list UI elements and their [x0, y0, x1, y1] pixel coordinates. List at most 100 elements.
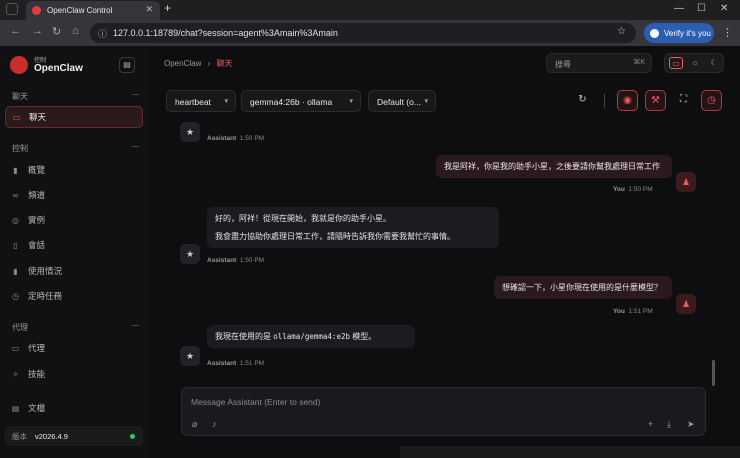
- sidebar-item-usage[interactable]: ▮ 使用情況: [5, 260, 143, 282]
- theme-mode-switch: ▭ ☼ ☾: [664, 53, 724, 73]
- sidebar-item-skills[interactable]: ✧ 技能: [5, 363, 143, 385]
- search-shortcut: ⌘K: [633, 59, 645, 66]
- moon-icon[interactable]: ☾: [707, 57, 721, 69]
- monitor-icon[interactable]: ▭: [669, 57, 683, 69]
- section-control-label: 控制: [12, 144, 28, 153]
- home-icon[interactable]: ⌂: [72, 25, 79, 37]
- sidebar-item-sessions[interactable]: ▯ 會話: [5, 234, 143, 256]
- model-select[interactable]: gemma4:26b · ollama ▾: [241, 90, 361, 112]
- version-badge: 版本 v2026.4.9: [5, 426, 143, 446]
- section-agent-chevron-icon[interactable]: —: [132, 322, 139, 329]
- user-avatar-icon: ♟: [676, 294, 696, 314]
- search-placeholder: 搜尋: [555, 60, 571, 69]
- sidebar-item-label: 頻道: [28, 190, 46, 200]
- search-input[interactable]: 搜尋 ⌘K: [546, 53, 652, 73]
- focus-mode-icon[interactable]: ⛶: [673, 90, 694, 111]
- url-text: 127.0.0.1:18789/chat?session=agent%3Amai…: [113, 28, 338, 38]
- message-meta: Assistant 1:50 PM: [207, 257, 265, 264]
- composer-placeholder: Message Assistant (Enter to send): [191, 397, 321, 407]
- maximize-button[interactable]: ☐: [697, 3, 706, 14]
- browser-title-bar: OpenClaw Control ✕ + — ☐ ✕: [0, 0, 740, 20]
- toolbar-divider: [604, 94, 605, 108]
- section-control-chevron-icon[interactable]: —: [132, 143, 139, 150]
- breadcrumb-root[interactable]: OpenClaw: [164, 59, 201, 68]
- breadcrumb-current: 聊天: [216, 59, 233, 68]
- bar-chart-icon: ▮: [13, 266, 18, 276]
- url-field[interactable]: ⓘ 127.0.0.1:18789/chat?session=agent%3Am…: [90, 23, 636, 43]
- tab-search-icon[interactable]: [6, 3, 18, 15]
- profile-button[interactable]: Verify it's you: [644, 23, 714, 43]
- sidebar-item-instances[interactable]: ◎ 實例: [5, 209, 143, 231]
- sidebar-item-cron[interactable]: ◷ 定時任務: [5, 285, 143, 307]
- message-meta: You 1:50 PM: [613, 186, 653, 193]
- message-meta: Assistant 1:51 PM: [207, 360, 265, 367]
- site-info-icon[interactable]: ⓘ: [98, 27, 107, 40]
- assistant-avatar-star-icon: ★: [180, 346, 200, 366]
- new-tab-button[interactable]: +: [164, 1, 171, 15]
- sidebar-item-chat[interactable]: ▭ 聊天: [5, 106, 143, 128]
- message-meta: Assistant 1:50 PM: [207, 135, 265, 142]
- bookmark-star-icon[interactable]: ☆: [617, 26, 626, 37]
- thinking-select-value: Default (o...: [377, 97, 421, 107]
- browser-menu-icon[interactable]: ⋮: [722, 26, 733, 39]
- sidebar-item-label: 定時任務: [28, 291, 63, 301]
- history-clock-icon[interactable]: ◷: [701, 90, 722, 111]
- close-window-button[interactable]: ✕: [720, 3, 728, 14]
- refresh-button[interactable]: ↻: [572, 90, 593, 111]
- collapse-sidebar-icon[interactable]: ▤: [119, 57, 135, 73]
- bar-chart-icon: ▮: [13, 165, 18, 175]
- assistant-message-line: 好的，阿祥！從現在開始，我就是你的助手小星。: [215, 214, 391, 223]
- sidebar-item-overview[interactable]: ▮ 概覽: [5, 159, 143, 181]
- send-icon[interactable]: ➤: [687, 419, 695, 430]
- tools-wrench-icon[interactable]: ⚒: [645, 90, 666, 111]
- sidebar-item-agents[interactable]: ▭ 代理: [5, 337, 143, 359]
- thinking-toggle-brain-icon[interactable]: ◉: [617, 90, 638, 111]
- sidebar-item-docs[interactable]: ▤ 文檔: [5, 397, 143, 419]
- sidebar-item-channels[interactable]: ∞ 頻道: [5, 184, 143, 206]
- assistant-message-bubble: 好的，阿祥！從現在開始，我就是你的助手小星。 我會盡力協助你處理日常工作，請隨時…: [207, 207, 499, 248]
- section-chat-label: 聊天: [12, 92, 28, 101]
- chevron-down-icon: ▾: [349, 98, 353, 105]
- back-arrow-icon[interactable]: ←: [10, 25, 21, 37]
- chat-thread: ★ Assistant 1:50 PM 我是阿祥，你是我的助手小星，之後要請你幫…: [170, 122, 720, 380]
- attach-paperclip-icon[interactable]: ⌀: [192, 419, 197, 430]
- minimize-button[interactable]: —: [674, 3, 684, 14]
- openclaw-logo-icon: [10, 56, 28, 74]
- download-icon[interactable]: ⤓: [667, 419, 671, 430]
- message-meta: You 1:51 PM: [613, 308, 653, 315]
- microphone-icon[interactable]: ♪: [212, 419, 217, 429]
- chevron-down-icon: ▾: [424, 98, 428, 105]
- section-chat-chevron-icon[interactable]: —: [132, 91, 139, 98]
- radio-icon: ◎: [12, 215, 19, 225]
- sidebar-item-label: 技能: [28, 369, 46, 379]
- add-plus-icon[interactable]: +: [648, 419, 653, 429]
- tab-close-icon[interactable]: ✕: [145, 4, 153, 15]
- browser-tab[interactable]: OpenClaw Control ✕: [26, 1, 160, 20]
- reload-icon[interactable]: ↻: [52, 25, 61, 38]
- openclaw-favicon-icon: [32, 6, 41, 15]
- sun-icon[interactable]: ☼: [688, 57, 702, 69]
- sidebar-item-label: 文檔: [28, 403, 46, 413]
- session-select[interactable]: heartbeat ▾: [166, 90, 236, 112]
- assistant-message-bubble: 我現在使用的是 ollama/gemma4:e2b 模型。: [207, 325, 415, 348]
- profile-avatar-icon: [650, 28, 659, 38]
- chat-bubble-icon: ▭: [12, 112, 21, 122]
- message-composer[interactable]: Message Assistant (Enter to send) ⌀ ♪ + …: [181, 387, 706, 436]
- chat-scrollbar[interactable]: [712, 360, 715, 386]
- assistant-message-line: 我會盡力協助你處理日常工作，請隨時告訴我你需要我幫忙的事情。: [215, 232, 455, 241]
- assistant-avatar-star-icon: ★: [180, 122, 200, 142]
- thinking-select[interactable]: Default (o... ▾: [368, 90, 436, 112]
- version-number: v2026.4.9: [35, 431, 68, 441]
- background-terminal-window: [400, 446, 740, 458]
- breadcrumb-separator: ›: [207, 59, 211, 68]
- user-avatar-icon: ♟: [676, 172, 696, 192]
- address-bar-row: ← → ↻ ⌂ ⓘ 127.0.0.1:18789/chat?session=a…: [0, 20, 740, 46]
- forward-arrow-icon[interactable]: →: [32, 25, 43, 37]
- clock-icon: ◷: [12, 291, 19, 301]
- folder-icon: ▭: [11, 343, 20, 353]
- status-online-icon: [130, 433, 135, 439]
- tab-title: OpenClaw Control: [47, 6, 113, 15]
- sidebar-item-label: 使用情況: [28, 266, 63, 276]
- sidebar: 控制 OpenClaw ▤ 聊天 — ▭ 聊天 控制 — ▮ 概覽 ∞ 頻道 ◎…: [0, 46, 150, 458]
- profile-label: Verify it's you: [664, 28, 711, 38]
